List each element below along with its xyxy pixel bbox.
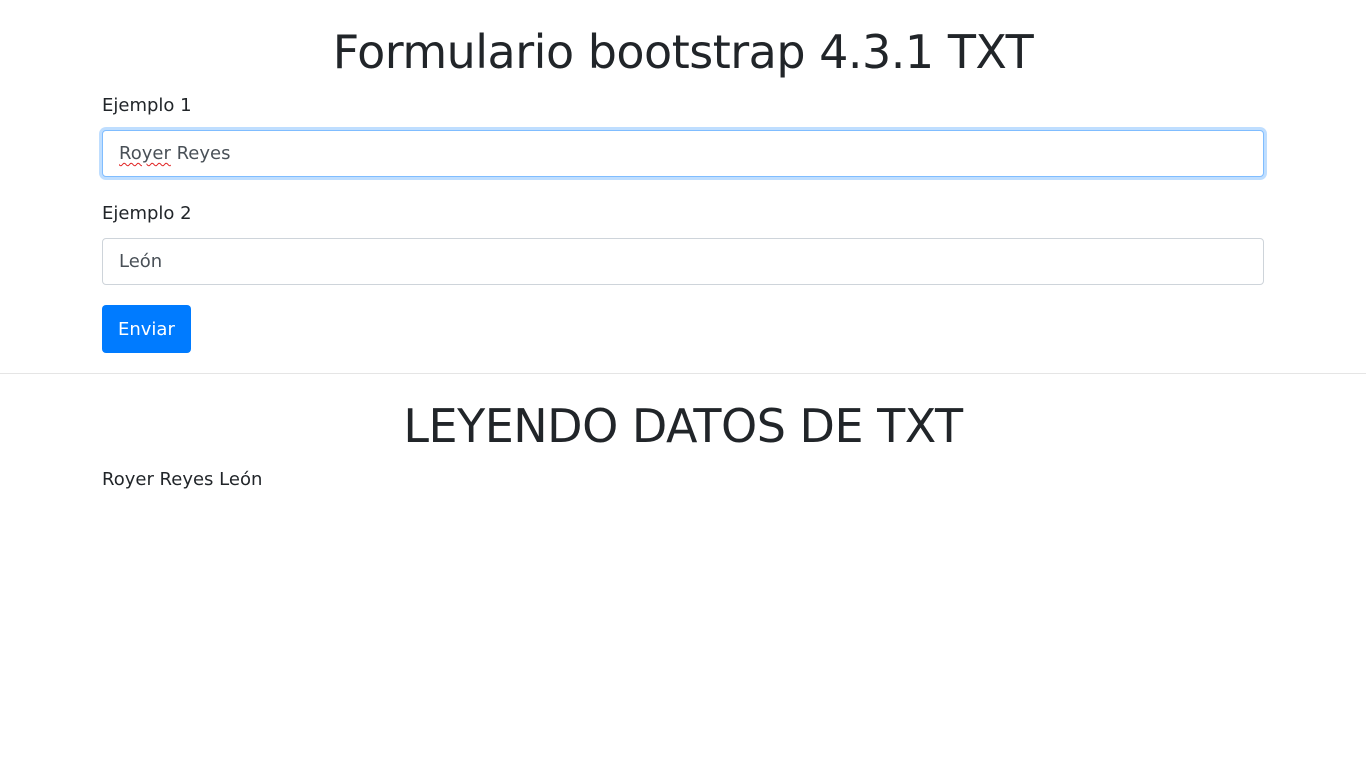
field2-input[interactable]: León [102, 238, 1264, 285]
results-text: Royer Reyes León [102, 469, 263, 490]
field1-value-rest: Reyes [170, 143, 231, 164]
field2-value: León [119, 251, 163, 272]
field1-input[interactable]: Royer Reyes [102, 130, 1264, 177]
section-divider [0, 373, 1366, 374]
results-title: LEYENDO DATOS DE TXT [403, 399, 963, 453]
field2-label: Ejemplo 2 [102, 203, 192, 224]
form-title: Formulario bootstrap 4.3.1 TXT [332, 25, 1034, 79]
field1-label: Ejemplo 1 [102, 95, 192, 116]
submit-button[interactable]: Enviar [102, 305, 191, 353]
field1-value-spellchecked-word: Royer [119, 143, 171, 164]
